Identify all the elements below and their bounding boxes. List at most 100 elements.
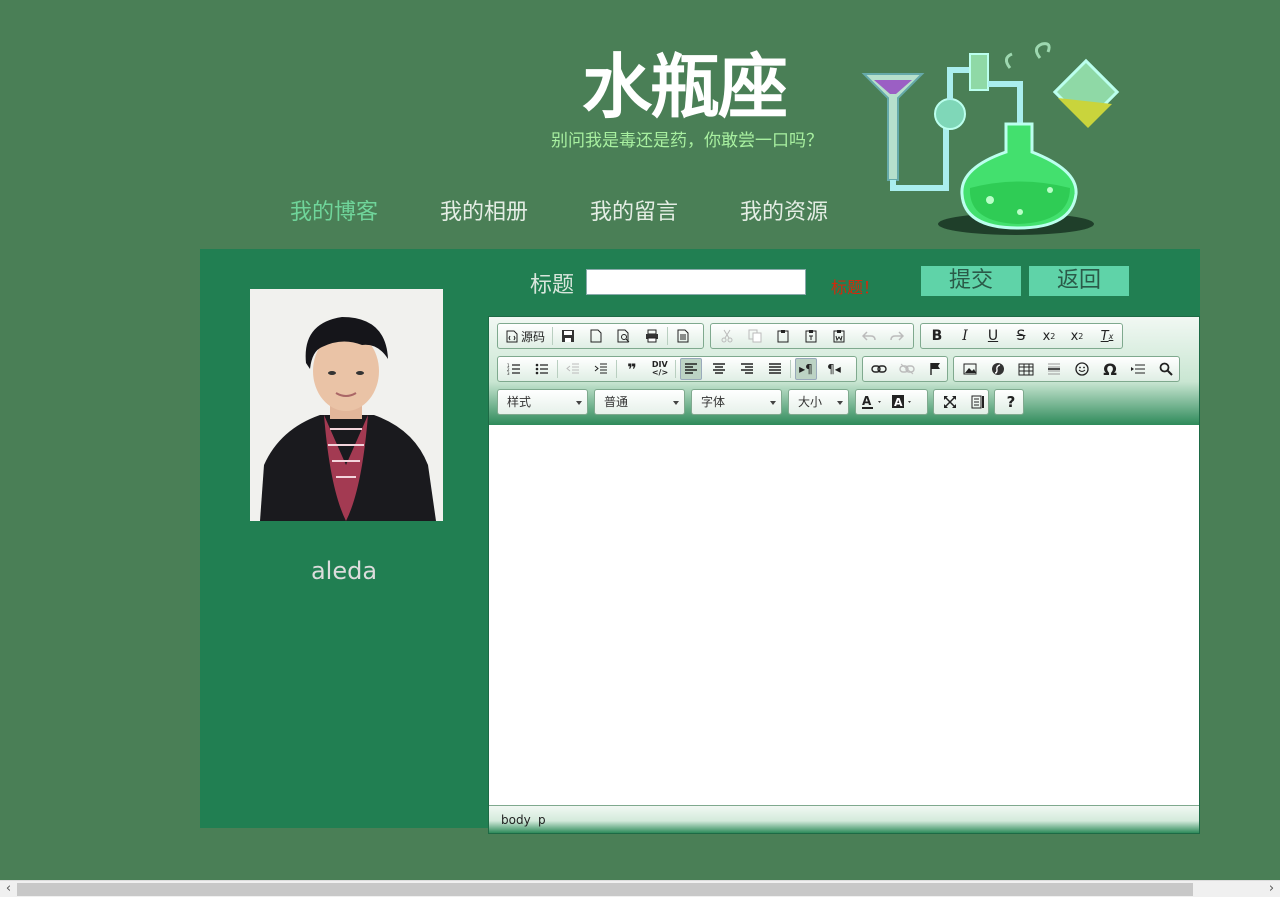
chevron-down-icon: [576, 401, 582, 405]
save-button[interactable]: [557, 325, 579, 347]
templates-button[interactable]: [672, 325, 694, 347]
superscript-button[interactable]: x2: [1066, 325, 1088, 347]
undo-button[interactable]: [858, 325, 880, 347]
text-direction-ltr-button[interactable]: ▸¶: [795, 358, 817, 380]
back-button[interactable]: 返回: [1029, 266, 1129, 296]
submit-button[interactable]: 提交: [921, 266, 1021, 296]
cut-button[interactable]: [716, 325, 738, 347]
smiley-button[interactable]: [1071, 358, 1093, 380]
bulleted-list-icon: [535, 363, 548, 375]
new-page-button[interactable]: [585, 325, 607, 347]
bold-button[interactable]: B: [926, 325, 948, 347]
italic-button[interactable]: I: [954, 325, 976, 347]
horizontal-rule-button[interactable]: [1043, 358, 1065, 380]
numbered-list-icon: 123: [507, 363, 520, 375]
link-button[interactable]: [868, 358, 890, 380]
toolbar-group-basicstyles: B I U S x2 x2 Tx: [920, 323, 1123, 349]
strike-button[interactable]: S: [1010, 325, 1032, 347]
align-left-button[interactable]: [680, 358, 702, 380]
scroll-right-icon[interactable]: ›: [1263, 881, 1280, 897]
page-break-button[interactable]: [1127, 358, 1149, 380]
search-icon: [1159, 362, 1173, 376]
toolbar-separator: [675, 360, 676, 378]
preview-button[interactable]: [613, 325, 635, 347]
smiley-icon: [1075, 362, 1089, 376]
paste-icon: [777, 330, 789, 343]
nav-item-blog[interactable]: 我的博客: [290, 194, 378, 226]
site-slogan: 别问我是毒还是药，你敢尝一口吗？: [551, 131, 823, 151]
copy-button[interactable]: [744, 325, 766, 347]
toolbar-separator: [790, 360, 791, 378]
editor-statusbar: body p: [489, 805, 1199, 833]
remove-format-button[interactable]: Tx: [1096, 325, 1118, 347]
text-direction-rtl-button[interactable]: ¶◂: [823, 358, 845, 380]
nav-item-messages[interactable]: 我的留言: [590, 194, 678, 226]
style-combo[interactable]: 样式: [497, 389, 588, 415]
rich-text-editor: 源码 B I U S x2 x2 T x 1 2 3 ❞ DIV </> ▸¶ …: [488, 316, 1200, 834]
text-color-button[interactable]: A: [861, 391, 885, 413]
indent-button[interactable]: [590, 358, 612, 380]
templates-icon: [677, 329, 689, 343]
image-button[interactable]: [959, 358, 981, 380]
editor-content-area[interactable]: [489, 425, 1199, 805]
find-button[interactable]: [1155, 358, 1177, 380]
horizontal-rule-icon: [1048, 363, 1060, 375]
justify-button[interactable]: [764, 358, 786, 380]
subscript-button[interactable]: x2: [1038, 325, 1060, 347]
create-div-button[interactable]: DIV </>: [649, 358, 671, 380]
special-char-button[interactable]: Ω: [1099, 358, 1121, 380]
title-input[interactable]: [586, 269, 806, 295]
scroll-left-icon[interactable]: ‹: [0, 881, 17, 897]
source-icon: [506, 330, 518, 342]
title-warning: 标题！: [831, 278, 880, 297]
font-size-combo[interactable]: 大小: [788, 389, 849, 415]
align-right-button[interactable]: [736, 358, 758, 380]
align-center-button[interactable]: [708, 358, 730, 380]
svg-text:3: 3: [507, 371, 510, 375]
source-button[interactable]: 源码: [503, 325, 548, 347]
redo-icon: [890, 331, 904, 341]
toolbar-group-insert: Ω: [953, 356, 1180, 382]
paste-text-button[interactable]: [800, 325, 822, 347]
format-combo[interactable]: 普通: [594, 389, 685, 415]
table-button[interactable]: [1015, 358, 1037, 380]
horizontal-scrollbar[interactable]: ‹ ›: [0, 880, 1280, 897]
unlink-button[interactable]: [896, 358, 918, 380]
font-size-combo-value: 大小: [798, 395, 823, 409]
avatar-photo: [250, 289, 443, 521]
toolbar-separator: [552, 327, 554, 345]
scrollbar-thumb[interactable]: [17, 883, 1193, 896]
chevron-down-icon: [673, 401, 679, 405]
avatar: [250, 289, 443, 521]
flash-button[interactable]: [987, 358, 1009, 380]
undo-icon: [862, 331, 876, 341]
anchor-button[interactable]: [924, 358, 946, 380]
numbered-list-button[interactable]: 123: [503, 358, 525, 380]
bulleted-list-button[interactable]: [531, 358, 553, 380]
paste-word-icon: [833, 330, 845, 343]
underline-button[interactable]: U: [982, 325, 1004, 347]
help-button[interactable]: ?: [1000, 391, 1022, 413]
toolbar-group-links: [862, 356, 948, 382]
svg-text:A: A: [862, 394, 872, 408]
justify-icon: [769, 363, 781, 374]
print-button[interactable]: [641, 325, 663, 347]
show-blocks-button[interactable]: [967, 391, 989, 413]
outdent-button[interactable]: [562, 358, 584, 380]
font-combo[interactable]: 字体: [691, 389, 782, 415]
maximize-button[interactable]: [939, 391, 961, 413]
redo-button[interactable]: [886, 325, 908, 347]
anchor-flag-icon: [930, 363, 940, 375]
nav-item-album[interactable]: 我的相册: [440, 194, 528, 226]
username: aleda: [310, 557, 378, 585]
show-blocks-icon: [971, 395, 984, 409]
paste-button[interactable]: [772, 325, 794, 347]
blockquote-button[interactable]: ❞: [621, 358, 643, 380]
chemistry-flask-logo: [861, 42, 1120, 235]
source-label: 源码: [521, 329, 546, 344]
element-path-body[interactable]: body: [501, 813, 531, 827]
nav-item-resources[interactable]: 我的资源: [740, 194, 828, 226]
element-path-p[interactable]: p: [538, 813, 546, 827]
background-color-button[interactable]: A: [891, 391, 915, 413]
paste-word-button[interactable]: [828, 325, 850, 347]
